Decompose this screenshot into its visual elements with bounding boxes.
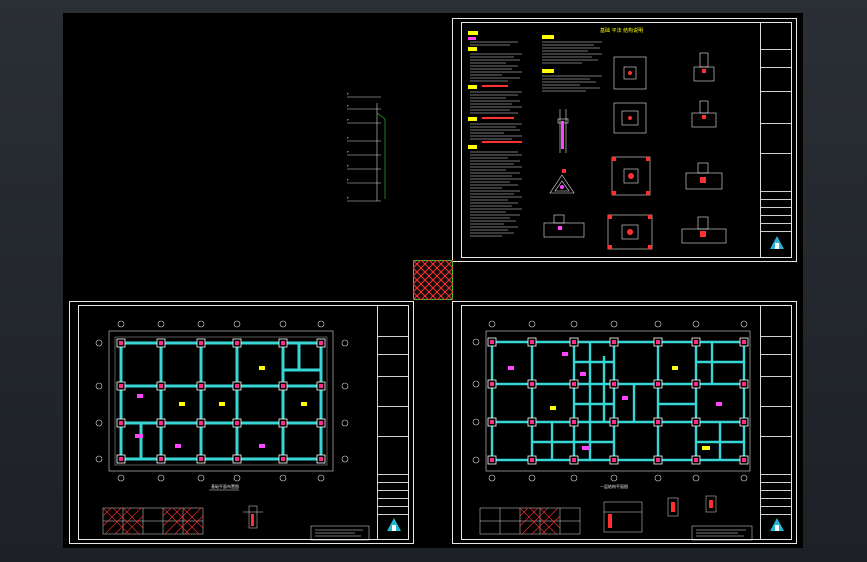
svg-text:F: F bbox=[347, 92, 349, 96]
detail-sheet[interactable]: 基础 平法 结构说明 bbox=[452, 18, 797, 262]
foundation-plan-sheet[interactable]: 基础平面布置图 bbox=[69, 301, 414, 544]
svg-text:F: F bbox=[347, 178, 349, 182]
plan-caption: 一层结构平面图 bbox=[600, 483, 628, 489]
plan-caption: 基础平面布置图 bbox=[211, 483, 239, 489]
floor-plan-sheet[interactable]: 一层结构平面图 bbox=[452, 301, 797, 544]
logo-icon bbox=[387, 518, 401, 531]
foundation-plan-drawing: 基础平面布置图 bbox=[95, 320, 370, 541]
svg-text:F: F bbox=[347, 196, 349, 200]
title-block bbox=[760, 306, 791, 539]
design-notes bbox=[468, 31, 727, 250]
svg-text:F: F bbox=[347, 136, 349, 140]
svg-text:F: F bbox=[347, 118, 349, 122]
logo-icon bbox=[770, 518, 784, 531]
grid-bubble-icon bbox=[95, 320, 349, 482]
svg-text:F: F bbox=[347, 150, 349, 154]
svg-text:F: F bbox=[347, 164, 349, 168]
title-block bbox=[377, 306, 408, 539]
elevation-strip: F F F F F F F F bbox=[347, 92, 386, 202]
svg-text:F: F bbox=[347, 104, 349, 108]
floor-plan-drawing: 一层结构平面图 bbox=[472, 320, 753, 541]
drawing-canvas[interactable]: F F F F F F F F 基础 平法 结构说明 基础平面布置图 一层结构平面图 bbox=[63, 13, 803, 548]
logo-icon bbox=[770, 236, 784, 249]
title-block bbox=[760, 23, 791, 257]
hatch-swatch-icon[interactable] bbox=[413, 260, 453, 300]
